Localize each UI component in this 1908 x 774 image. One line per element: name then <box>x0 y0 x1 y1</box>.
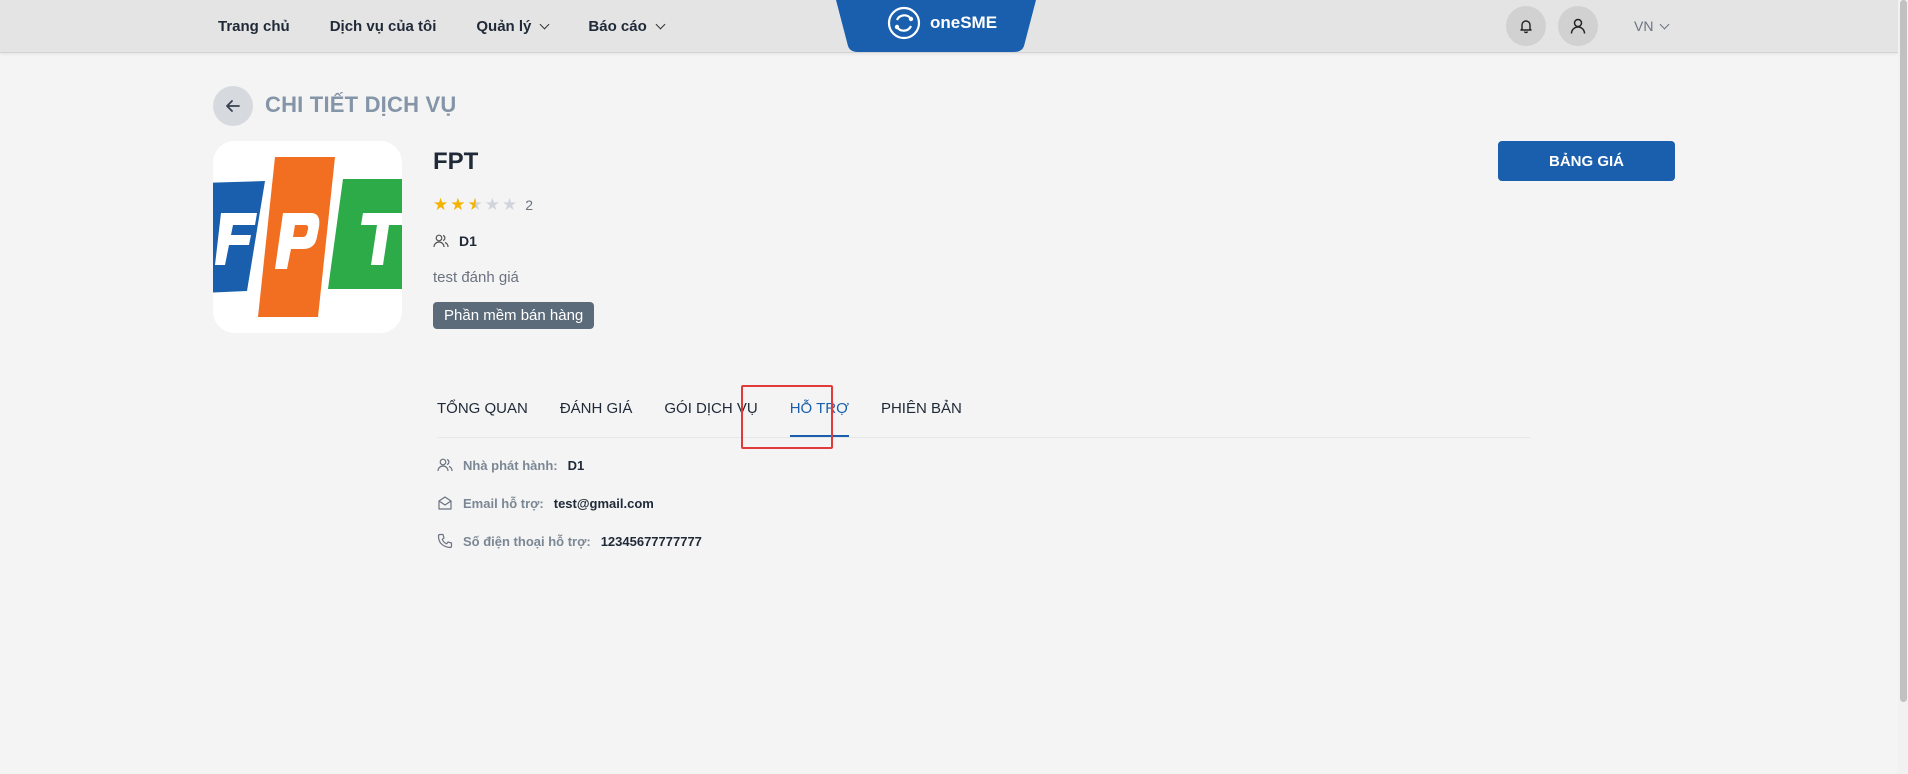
support-email-row: Email hỗ trợ: test@gmail.com <box>437 495 654 511</box>
star-icon-half: ★ <box>467 195 483 214</box>
support-publisher-label: Nhà phát hành: <box>463 457 558 473</box>
users-icon <box>437 458 453 472</box>
nav-item-label: Dịch vụ của tôi <box>329 18 437 35</box>
user-icon <box>1570 18 1586 34</box>
nav-item-management[interactable]: Quản lý <box>476 18 550 35</box>
users-icon <box>433 234 449 248</box>
support-email-value[interactable]: test@gmail.com <box>554 496 654 511</box>
back-button[interactable] <box>213 86 253 126</box>
support-publisher-value: D1 <box>567 457 585 473</box>
fpt-logo-image <box>213 141 402 333</box>
support-phone-label: Số điện thoại hỗ trợ: <box>463 533 591 549</box>
support-publisher-row: Nhà phát hành: D1 <box>437 457 584 473</box>
tab-overview[interactable]: TỔNG QUAN <box>437 397 528 437</box>
language-selector[interactable]: VN <box>1634 18 1670 34</box>
star-icon-filled: ★ <box>450 195 466 214</box>
detail-tabs: TỔNG QUAN ĐÁNH GIÁ GÓI DỊCH VỤ HỖ TRỢ PH… <box>437 397 994 437</box>
support-phone-row: Số điện thoại hỗ trợ: 12345677777777 <box>437 533 702 549</box>
nav-item-label: Trang chủ <box>218 18 290 35</box>
chevron-down-icon <box>1660 19 1670 29</box>
brand-sync-icon <box>887 6 921 40</box>
main-nav: Trang chủ Dịch vụ của tôi Quản lý Báo cá… <box>218 0 704 53</box>
star-icon-empty: ★ <box>484 195 500 214</box>
tab-versions[interactable]: PHIÊN BẢN <box>881 397 962 437</box>
service-publisher: D1 <box>433 233 477 249</box>
support-phone-value[interactable]: 12345677777777 <box>601 534 702 549</box>
publisher-name: D1 <box>459 233 477 249</box>
notification-button[interactable] <box>1506 6 1546 46</box>
arrow-left-icon <box>226 100 240 112</box>
star-icon-filled: ★ <box>433 195 449 214</box>
mail-open-icon <box>438 496 452 510</box>
service-logo <box>213 141 402 333</box>
nav-item-home[interactable]: Trang chủ <box>218 18 290 35</box>
tabs-divider <box>437 437 1530 438</box>
nav-item-my-services[interactable]: Dịch vụ của tôi <box>330 18 437 35</box>
price-list-button[interactable]: BẢNG GIÁ <box>1498 141 1675 181</box>
star-icon-empty: ★ <box>502 195 518 214</box>
header-tools: VN <box>1506 6 1670 46</box>
service-description: test đánh giá <box>433 269 519 286</box>
chevron-down-icon <box>539 19 550 30</box>
support-email-label: Email hỗ trợ: <box>463 495 544 511</box>
bell-icon <box>1520 20 1532 34</box>
nav-item-reports[interactable]: Báo cáo <box>588 18 666 35</box>
language-label: VN <box>1634 18 1654 34</box>
phone-icon <box>437 533 453 549</box>
category-tag: Phần mềm bán hàng <box>433 302 595 329</box>
chevron-down-icon <box>655 19 666 30</box>
nav-item-label: Báo cáo <box>588 18 647 35</box>
service-name: FPT <box>433 148 479 175</box>
brand-name: oneSME <box>930 13 998 32</box>
tab-reviews[interactable]: ĐÁNH GIÁ <box>560 397 633 437</box>
rating-count: 2 <box>525 196 534 213</box>
star-rating: ★ ★ ★ ★ ★ 2 <box>433 196 533 213</box>
scrollbar-thumb[interactable] <box>1900 0 1907 702</box>
user-account-button[interactable] <box>1558 6 1598 46</box>
brand-logo[interactable]: oneSME <box>836 0 1036 52</box>
page-title: CHI TIẾT DỊCH VỤ <box>265 92 457 117</box>
nav-item-label: Quản lý <box>476 18 532 35</box>
highlight-annotation-box <box>741 385 833 449</box>
top-navbar: Trang chủ Dịch vụ của tôi Quản lý Báo cá… <box>0 0 1898 53</box>
